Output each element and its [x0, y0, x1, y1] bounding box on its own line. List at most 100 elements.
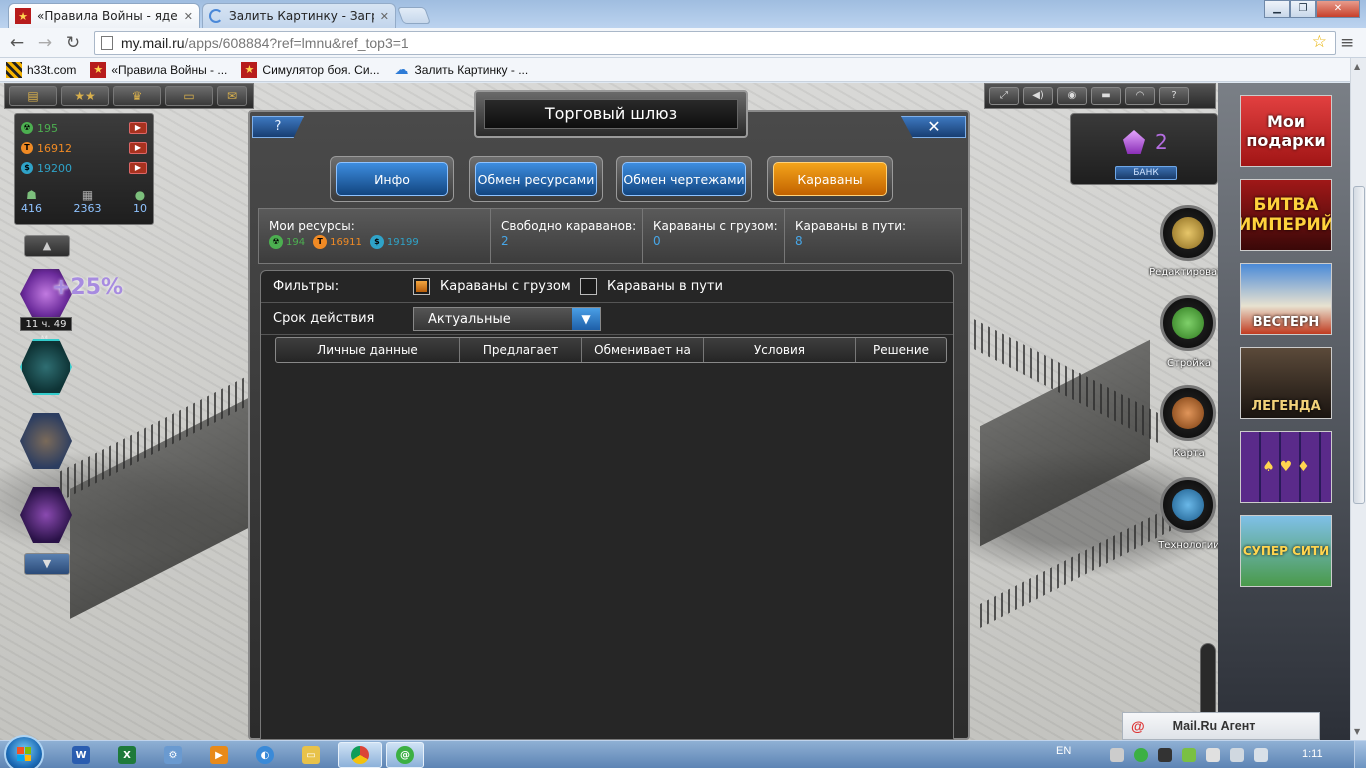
tray-power-icon[interactable]: [1206, 748, 1220, 762]
bookmark-simulator[interactable]: ★ Симулятор боя. Си...: [241, 61, 380, 78]
technology-icon: [1172, 489, 1204, 521]
start-button[interactable]: [4, 735, 44, 768]
scroll-down-button[interactable]: ▼: [24, 553, 70, 575]
tab-title: «Правила Войны - ядерн: [37, 9, 178, 23]
rank-stars-icon[interactable]: ★★: [61, 86, 109, 106]
bank-button[interactable]: БАНК: [1115, 166, 1177, 180]
tray-volume-icon[interactable]: [1254, 748, 1268, 762]
validity-value: Актуальные: [428, 311, 511, 327]
maximize-button[interactable]: ❐: [1290, 0, 1316, 18]
scroll-thumb[interactable]: [1353, 186, 1365, 504]
stat-population: ☗ 416: [21, 188, 42, 215]
bookmark-label: h33t.com: [27, 62, 77, 77]
scroll-up-button[interactable]: ▲: [24, 235, 70, 257]
film-icon[interactable]: ▤: [9, 86, 57, 106]
build-button[interactable]: [1160, 295, 1216, 351]
mail-icon[interactable]: ✉: [217, 86, 247, 106]
tab-caravans[interactable]: Караваны: [773, 162, 887, 196]
tab-blueprint-exchange[interactable]: Обмен чертежами: [622, 162, 746, 196]
ticket-icon[interactable]: ▭: [165, 86, 213, 106]
new-tab-button[interactable]: [396, 7, 432, 24]
taskbar-media-player[interactable]: ▶: [200, 742, 238, 768]
wrench-icon: [1172, 307, 1204, 339]
show-desktop-button[interactable]: [1354, 741, 1366, 768]
bookmark-pravila-voyny[interactable]: ★ «Правила Войны - ...: [90, 61, 227, 78]
reload-icon[interactable]: ↻: [62, 32, 84, 54]
address-bar[interactable]: my.mail.ru/apps/608884?ref=lmnu&ref_top3…: [94, 31, 1336, 55]
chevron-down-icon[interactable]: ▼: [572, 308, 600, 330]
edit-button[interactable]: [1160, 205, 1216, 261]
loaded-caravans-value: 0: [653, 234, 661, 248]
wrench-menu-icon[interactable]: ≡: [1340, 33, 1358, 53]
column-conditions[interactable]: Условия: [704, 338, 856, 362]
taskbar-messenger[interactable]: ◐: [246, 742, 284, 768]
taskbar-network[interactable]: ⚙: [154, 742, 192, 768]
filter-loaded-checkbox[interactable]: [413, 278, 430, 295]
star-red-icon: ★: [15, 8, 31, 24]
eye-icon[interactable]: ◉: [1057, 87, 1087, 105]
tab-pravila-voyny[interactable]: ★ «Правила Войны - ядерн ✕: [8, 3, 200, 28]
vehicle-unit-icon[interactable]: [20, 339, 72, 395]
column-personal-data[interactable]: Личные данные: [276, 338, 460, 362]
stat-energy: ● 10: [133, 188, 147, 215]
scroll-down-arrow-icon[interactable]: ▼: [1354, 727, 1360, 736]
keyboard-language[interactable]: EN: [1056, 745, 1071, 757]
help-button[interactable]: ?: [252, 116, 304, 138]
taskbar-chrome[interactable]: [338, 742, 382, 768]
column-decision[interactable]: Решение: [856, 338, 946, 362]
help-icon[interactable]: ?: [1159, 87, 1189, 105]
tray-antivirus-icon[interactable]: [1182, 748, 1196, 762]
signal-icon[interactable]: ◠: [1125, 87, 1155, 105]
ad-label: БИТВА ИМПЕРИЙ: [1240, 195, 1332, 235]
tray-flag-icon[interactable]: [1110, 748, 1124, 762]
page-scrollbar[interactable]: ▲ ▼: [1350, 58, 1366, 740]
flag-ru-icon[interactable]: ▬: [1091, 87, 1121, 105]
tab-resource-exchange[interactable]: Обмен ресурсами: [475, 162, 597, 196]
minimize-button[interactable]: ▁: [1264, 0, 1290, 18]
ad-legend[interactable]: ЛЕГЕНДА: [1240, 347, 1332, 419]
add-resource-button[interactable]: ▶: [129, 122, 147, 134]
sound-icon[interactable]: ◀): [1023, 87, 1053, 105]
map-button[interactable]: [1160, 385, 1216, 441]
ad-super-city[interactable]: СУПЕР СИТИ: [1240, 515, 1332, 587]
window-close-button[interactable]: ✕: [1316, 0, 1360, 18]
technology-button[interactable]: [1160, 477, 1216, 533]
scroll-up-arrow-icon[interactable]: ▲: [1354, 62, 1360, 71]
game-viewport[interactable]: ▤ ★★ ♛ ▭ ✉ ⤢ ◀) ◉ ▬ ◠ ? ☢ 195 ▶ T 16912 …: [0, 83, 1218, 740]
uranium-icon: ☢: [21, 122, 33, 134]
tray-app-icon[interactable]: [1158, 748, 1172, 762]
tab-info[interactable]: Инфо: [336, 162, 448, 196]
column-offers[interactable]: Предлагает: [460, 338, 582, 362]
add-resource-button[interactable]: ▶: [129, 142, 147, 154]
tray-agent-icon[interactable]: [1134, 748, 1148, 762]
ad-battle-of-empires[interactable]: БИТВА ИМПЕРИЙ: [1240, 179, 1332, 251]
bookmark-zalit-kartinku[interactable]: ☁ Залить Картинку - ...: [394, 61, 529, 78]
windows-taskbar: W X ⚙ ▶ ◐ ▭ @ EN 1:11: [0, 735, 1366, 768]
fullscreen-icon[interactable]: ⤢: [989, 87, 1019, 105]
tab-zalit-kartinku[interactable]: Залить Картинку - Загру ✕: [202, 3, 396, 28]
bookmark-h33t[interactable]: h33t.com: [6, 61, 77, 78]
forward-arrow-icon[interactable]: →: [34, 32, 56, 54]
ad-western[interactable]: ВЕСТЕРН: [1240, 263, 1332, 335]
taskbar-mailru-agent[interactable]: @: [386, 742, 424, 768]
add-resource-button[interactable]: ▶: [129, 162, 147, 174]
taskbar-word[interactable]: W: [62, 742, 100, 768]
tray-network-icon[interactable]: [1230, 748, 1244, 762]
validity-select[interactable]: Актуальные ▼: [413, 307, 601, 331]
ad-label: ВЕСТЕРН: [1252, 315, 1320, 330]
ad-slots[interactable]: ♠ ♥ ♦: [1240, 431, 1332, 503]
clock[interactable]: 1:11: [1302, 748, 1323, 760]
commander-unit-icon[interactable]: [20, 413, 72, 469]
close-icon[interactable]: ✕: [380, 10, 389, 23]
trophy-icon[interactable]: ♛: [113, 86, 161, 106]
close-icon[interactable]: ✕: [184, 10, 193, 23]
filter-en-route-checkbox[interactable]: [580, 278, 597, 295]
taskbar-excel[interactable]: X: [108, 742, 146, 768]
taskbar-explorer[interactable]: ▭: [292, 742, 330, 768]
ad-my-gifts[interactable]: Мои подарки: [1240, 95, 1332, 167]
back-arrow-icon[interactable]: ←: [6, 32, 28, 54]
mailru-agent-bar[interactable]: @ Mail.Ru Агент: [1122, 712, 1320, 740]
column-exchanges-for[interactable]: Обменивает на: [582, 338, 704, 362]
dialog-close-button[interactable]: ✕: [900, 116, 966, 138]
bookmark-star-icon[interactable]: ☆: [1312, 32, 1327, 52]
